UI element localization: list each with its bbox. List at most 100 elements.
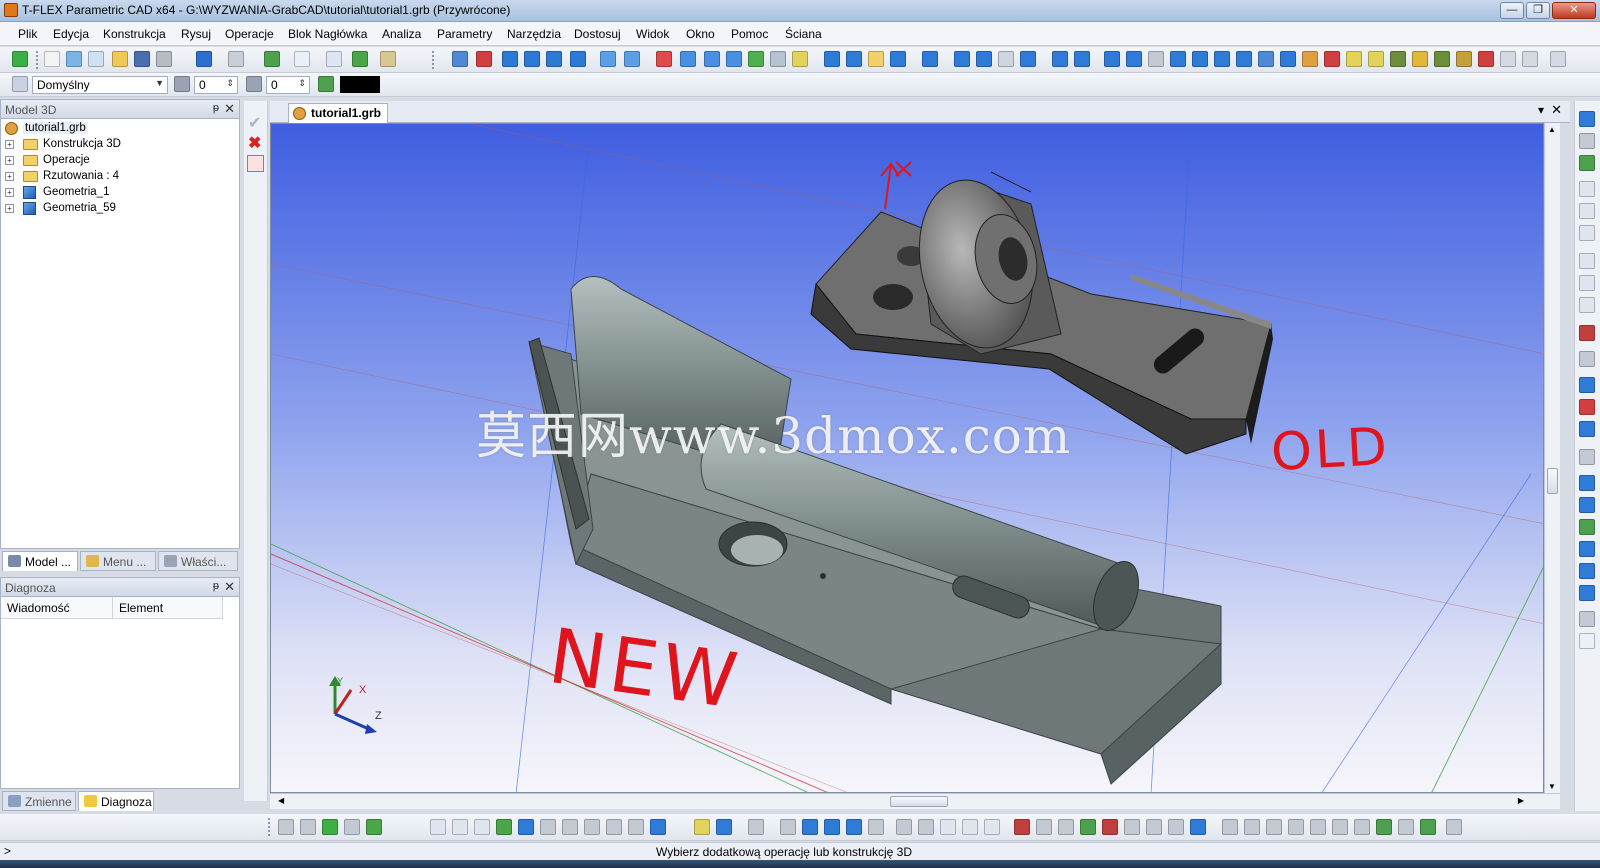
menu-okno[interactable]: Okno: [686, 27, 715, 41]
menu-rysuj[interactable]: Rysuj: [181, 27, 211, 41]
material-icon[interactable]: [1280, 51, 1296, 67]
priority-stepper[interactable]: 0 ⇕: [266, 76, 310, 94]
base-icon[interactable]: [1332, 819, 1348, 835]
pipe-icon[interactable]: [1126, 51, 1142, 67]
minimize-button[interactable]: —: [1500, 2, 1524, 19]
vertical-scrollbar[interactable]: ▲ ▼: [1544, 123, 1560, 793]
extrude-icon[interactable]: [502, 51, 518, 67]
menu-widok[interactable]: Widok: [636, 27, 669, 41]
rotate-view-icon[interactable]: [1579, 325, 1595, 341]
hatch-icon[interactable]: [518, 819, 534, 835]
sketch-icon[interactable]: [496, 819, 512, 835]
expand-icon[interactable]: +: [5, 156, 14, 165]
view-front-icon[interactable]: [1579, 475, 1595, 491]
chain-icon[interactable]: [1354, 819, 1370, 835]
polyline-icon[interactable]: [1398, 819, 1414, 835]
paste-icon[interactable]: [452, 819, 468, 835]
dimension-linear-icon[interactable]: [1168, 819, 1184, 835]
pencil-icon[interactable]: [1080, 819, 1096, 835]
menu-pomoc[interactable]: Pomoc: [731, 27, 768, 41]
template-icon[interactable]: [88, 51, 104, 67]
circle-icon[interactable]: [962, 819, 978, 835]
tree-item-geometria-1[interactable]: + Geometria_1: [5, 185, 225, 201]
spline-icon[interactable]: [1376, 819, 1392, 835]
tab-menu[interactable]: Menu ...: [80, 551, 156, 571]
tree-item-rzutowania[interactable]: + Rzutowania : 4: [5, 169, 225, 185]
line-snap-icon[interactable]: [300, 819, 316, 835]
workplane-select-icon[interactable]: [650, 819, 666, 835]
horizontal-scrollbar[interactable]: ◀ ▶: [270, 793, 1560, 809]
pin-icon[interactable]: ᵽ: [213, 102, 219, 114]
render-icon[interactable]: [1456, 51, 1472, 67]
menu-operacje[interactable]: Operacje: [225, 27, 274, 41]
redo-small-icon[interactable]: [748, 819, 764, 835]
box-icon[interactable]: [868, 51, 884, 67]
page-icon[interactable]: [1579, 351, 1595, 367]
sheet-metal-icon[interactable]: [1052, 51, 1068, 67]
light-icon[interactable]: [1302, 51, 1318, 67]
zoom-icon[interactable]: [1579, 181, 1595, 197]
new-file-icon[interactable]: [44, 51, 60, 67]
grid-snap-icon[interactable]: [344, 819, 360, 835]
view-iso-icon[interactable]: [1579, 497, 1595, 513]
offset-icon[interactable]: [628, 819, 644, 835]
check-icon[interactable]: [1579, 155, 1595, 171]
menu-narzedzia[interactable]: Narzędzia: [507, 27, 561, 41]
tab-variables[interactable]: Zmienne: [2, 791, 76, 811]
plane-icon[interactable]: [1148, 51, 1164, 67]
line-tool-icon[interactable]: [1420, 819, 1436, 835]
expand-icon[interactable]: +: [5, 140, 14, 149]
view-cube-icon[interactable]: [922, 51, 938, 67]
zoom-window-icon[interactable]: [1579, 203, 1595, 219]
new-3d-file-icon[interactable]: [66, 51, 82, 67]
arc-icon[interactable]: [984, 819, 1000, 835]
view-side-icon[interactable]: [1579, 541, 1595, 557]
trim-icon[interactable]: [584, 819, 600, 835]
hidden-lines-icon[interactable]: [1579, 421, 1595, 437]
spec-icon[interactable]: [976, 51, 992, 67]
edit-icon[interactable]: [264, 51, 280, 67]
3d-point-icon[interactable]: [476, 51, 492, 67]
workplane-icon[interactable]: [1170, 51, 1186, 67]
perspective-icon[interactable]: [1579, 449, 1595, 465]
close-icon[interactable]: ✕: [224, 579, 235, 595]
toolbar-grip[interactable]: [268, 818, 272, 836]
target-icon[interactable]: [1124, 819, 1140, 835]
scroll-thumb[interactable]: [1547, 468, 1558, 494]
scroll-down-icon[interactable]: ▼: [1548, 782, 1556, 791]
cone-icon[interactable]: [824, 51, 840, 67]
pattern-icon[interactable]: [704, 51, 720, 67]
expand-icon[interactable]: +: [5, 204, 14, 213]
expand-icon[interactable]: +: [5, 188, 14, 197]
maximize-button[interactable]: ❐: [1526, 2, 1550, 19]
mirror-icon[interactable]: [540, 819, 556, 835]
view-table-icon[interactable]: [1579, 585, 1595, 601]
line-icon[interactable]: [940, 819, 956, 835]
spin-icon[interactable]: ⇕: [298, 78, 306, 89]
crosshair-icon[interactable]: [1146, 819, 1162, 835]
tolerance-icon[interactable]: [1244, 819, 1260, 835]
mark-icon[interactable]: [694, 819, 710, 835]
menu-analiza[interactable]: Analiza: [382, 27, 421, 41]
animation-icon[interactable]: [1346, 51, 1362, 67]
print-icon[interactable]: [156, 51, 172, 67]
surface-icon[interactable]: [748, 51, 764, 67]
scroll-right-icon[interactable]: ▶: [1518, 796, 1524, 805]
col-header-element[interactable]: Element: [113, 597, 223, 619]
menu-dostosuj[interactable]: Dostosuj: [574, 27, 621, 41]
array-icon[interactable]: [726, 51, 742, 67]
col-header-message[interactable]: Wiadomość: [1, 597, 113, 619]
toolbar-grip-2[interactable]: [432, 51, 436, 69]
expand-icon[interactable]: +: [5, 172, 14, 181]
tab-properties[interactable]: Właści...: [158, 551, 238, 571]
grid-icon[interactable]: [294, 51, 310, 67]
cancel-icon[interactable]: ✖: [248, 133, 261, 153]
menu-plik[interactable]: Plik: [18, 27, 37, 41]
cut-icon[interactable]: [474, 819, 490, 835]
zoom-out-icon[interactable]: [1579, 275, 1595, 291]
undo-icon[interactable]: [196, 51, 212, 67]
tree-icon[interactable]: [1434, 51, 1450, 67]
flange-icon[interactable]: [1104, 51, 1120, 67]
fit-icon[interactable]: [1579, 633, 1595, 649]
measure-icon[interactable]: [1236, 51, 1252, 67]
